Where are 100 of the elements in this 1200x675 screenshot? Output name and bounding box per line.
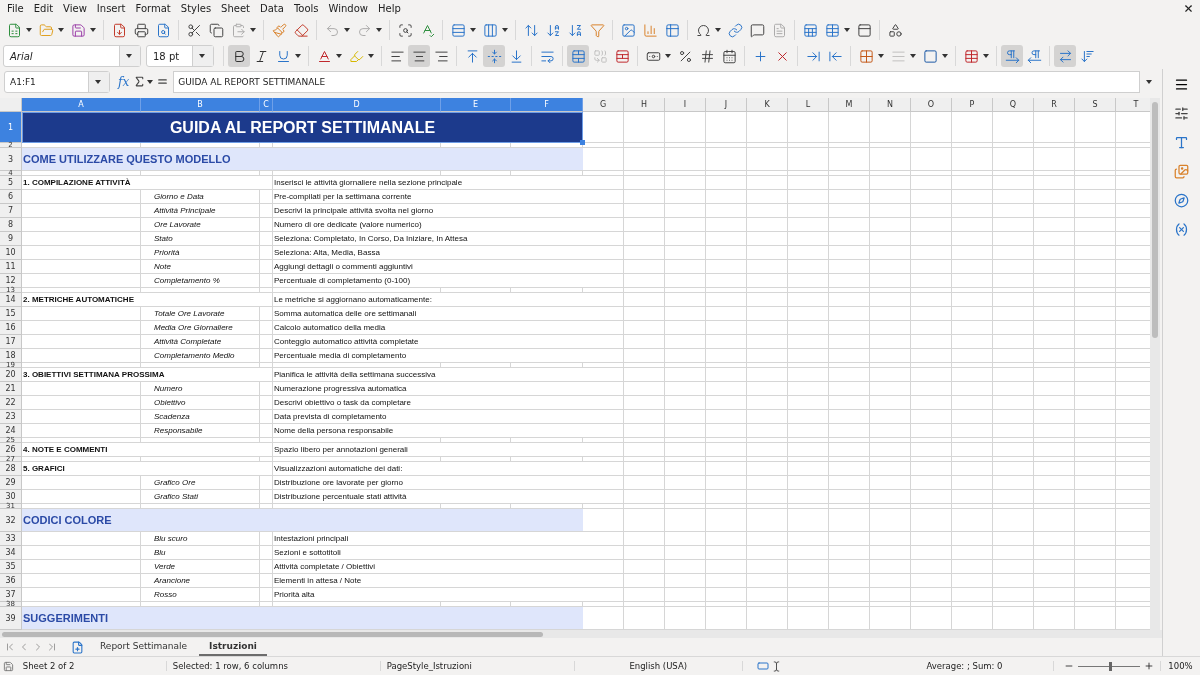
row-header[interactable]: 28 — [0, 462, 22, 477]
gallery-button[interactable] — [1172, 162, 1191, 181]
save-status-icon[interactable] — [2, 660, 14, 672]
menu-item[interactable]: Data — [255, 3, 289, 14]
row-header[interactable]: 16 — [0, 321, 22, 336]
row-header[interactable]: 7 — [0, 204, 22, 219]
zoom-in-icon[interactable] — [1144, 661, 1154, 671]
properties-button[interactable] — [1172, 104, 1191, 123]
column-header[interactable]: D — [273, 98, 441, 113]
column-header[interactable]: O — [911, 98, 952, 113]
column-header[interactable]: N — [870, 98, 911, 113]
bold-button[interactable] — [228, 45, 250, 67]
row-header[interactable]: 15 — [0, 307, 22, 322]
font-size-field[interactable]: 18 pt — [146, 45, 214, 67]
menu-item[interactable]: Sheet — [216, 3, 256, 14]
formula-input[interactable]: GUIDA AL REPORT SETTIMANALE — [173, 70, 1140, 93]
menu-item[interactable]: Insert — [91, 3, 131, 14]
column-header[interactable]: I — [665, 98, 706, 113]
row-header[interactable]: 33 — [0, 532, 22, 547]
menu-item[interactable]: Window — [323, 3, 373, 14]
caret-icon[interactable] — [910, 54, 916, 58]
column-header[interactable]: H — [624, 98, 665, 113]
row-header[interactable]: 39 — [0, 607, 22, 631]
first-sheet-button[interactable] — [4, 641, 16, 653]
column-header[interactable]: J — [706, 98, 747, 113]
navigator-button[interactable] — [1172, 191, 1191, 210]
row-header[interactable]: 17 — [0, 335, 22, 350]
last-sheet-button[interactable] — [46, 641, 58, 653]
caret-icon[interactable] — [942, 54, 948, 58]
caret-icon[interactable] — [844, 28, 850, 32]
row-header[interactable]: 35 — [0, 560, 22, 575]
column-header[interactable]: G — [583, 98, 624, 113]
font-name-field[interactable]: Arial — [3, 45, 141, 67]
caret-icon[interactable] — [250, 28, 256, 32]
menu-item[interactable]: Format — [130, 3, 176, 14]
column-header[interactable]: Q — [993, 98, 1034, 113]
column-header[interactable]: S — [1075, 98, 1116, 113]
menu-item[interactable]: View — [58, 3, 92, 14]
caret-icon[interactable] — [368, 54, 374, 58]
row-header[interactable]: 11 — [0, 260, 22, 275]
column-header[interactable]: M — [829, 98, 870, 113]
row-header[interactable]: 14 — [0, 293, 22, 308]
menu-item[interactable]: Tools — [288, 3, 324, 14]
row-header[interactable]: 21 — [0, 382, 22, 397]
caret-icon[interactable] — [90, 28, 96, 32]
column-header[interactable]: E — [441, 98, 511, 113]
row-header[interactable]: 29 — [0, 476, 22, 491]
row-header[interactable]: 23 — [0, 410, 22, 425]
row-header[interactable]: 9 — [0, 232, 22, 247]
left-to-right-button[interactable] — [1001, 45, 1023, 67]
align-center-button[interactable] — [408, 45, 430, 67]
column-header[interactable]: P — [952, 98, 993, 113]
caret-icon[interactable] — [502, 28, 508, 32]
column-header[interactable]: B — [141, 98, 260, 113]
center-vertically-button[interactable] — [483, 45, 505, 67]
menu-item[interactable]: File — [2, 3, 29, 14]
caret-icon[interactable] — [344, 28, 350, 32]
caret-icon[interactable] — [58, 28, 64, 32]
caret-icon[interactable] — [295, 54, 301, 58]
function-wizard-button[interactable]: fx — [118, 74, 130, 89]
row-header[interactable]: 6 — [0, 190, 22, 205]
caret-icon[interactable] — [376, 28, 382, 32]
name-box[interactable]: A1:F1 — [4, 70, 110, 93]
fill-handle[interactable] — [580, 140, 585, 146]
row-header[interactable]: 34 — [0, 546, 22, 561]
row-header[interactable]: 32 — [0, 509, 22, 533]
row-header[interactable]: 20 — [0, 368, 22, 383]
text-direction-button[interactable] — [1054, 45, 1076, 67]
caret-icon[interactable] — [336, 54, 342, 58]
caret-icon[interactable] — [147, 79, 154, 84]
column-header[interactable]: K — [747, 98, 788, 113]
caret-icon[interactable] — [1146, 79, 1152, 84]
row-header[interactable]: 5 — [0, 176, 22, 191]
row-header[interactable]: 10 — [0, 246, 22, 261]
vertical-scrollbar[interactable] — [1150, 98, 1160, 631]
sheet-tab[interactable]: Istruzioni — [199, 638, 267, 656]
menu-item[interactable]: Styles — [175, 3, 217, 14]
merge-center-button[interactable] — [567, 45, 589, 67]
caret-icon[interactable] — [665, 54, 671, 58]
caret-icon[interactable] — [878, 54, 884, 58]
column-header[interactable]: C — [260, 98, 273, 113]
row-header[interactable]: 36 — [0, 574, 22, 589]
column-header[interactable]: A — [22, 98, 141, 113]
caret-icon[interactable] — [470, 28, 476, 32]
row-header[interactable]: 22 — [0, 396, 22, 411]
column-header[interactable]: L — [788, 98, 829, 113]
close-icon[interactable] — [1183, 3, 1194, 14]
sheet-tab[interactable]: Report Settimanale — [90, 638, 198, 656]
caret-icon[interactable] — [715, 28, 721, 32]
column-header[interactable]: R — [1034, 98, 1075, 113]
menu-item[interactable]: Help — [373, 3, 406, 14]
menu-item[interactable]: Edit — [28, 3, 59, 14]
caret-icon[interactable] — [983, 54, 989, 58]
caret-icon[interactable] — [26, 28, 32, 32]
column-header[interactable]: T — [1116, 98, 1150, 113]
horizontal-scrollbar[interactable] — [0, 630, 1162, 638]
row-header[interactable]: 8 — [0, 218, 22, 233]
select-all-corner[interactable] — [0, 98, 22, 113]
table-cell: Inserisci le attività giornaliere nella sezione principale — [273, 176, 583, 190]
column-header[interactable]: F — [511, 98, 583, 113]
